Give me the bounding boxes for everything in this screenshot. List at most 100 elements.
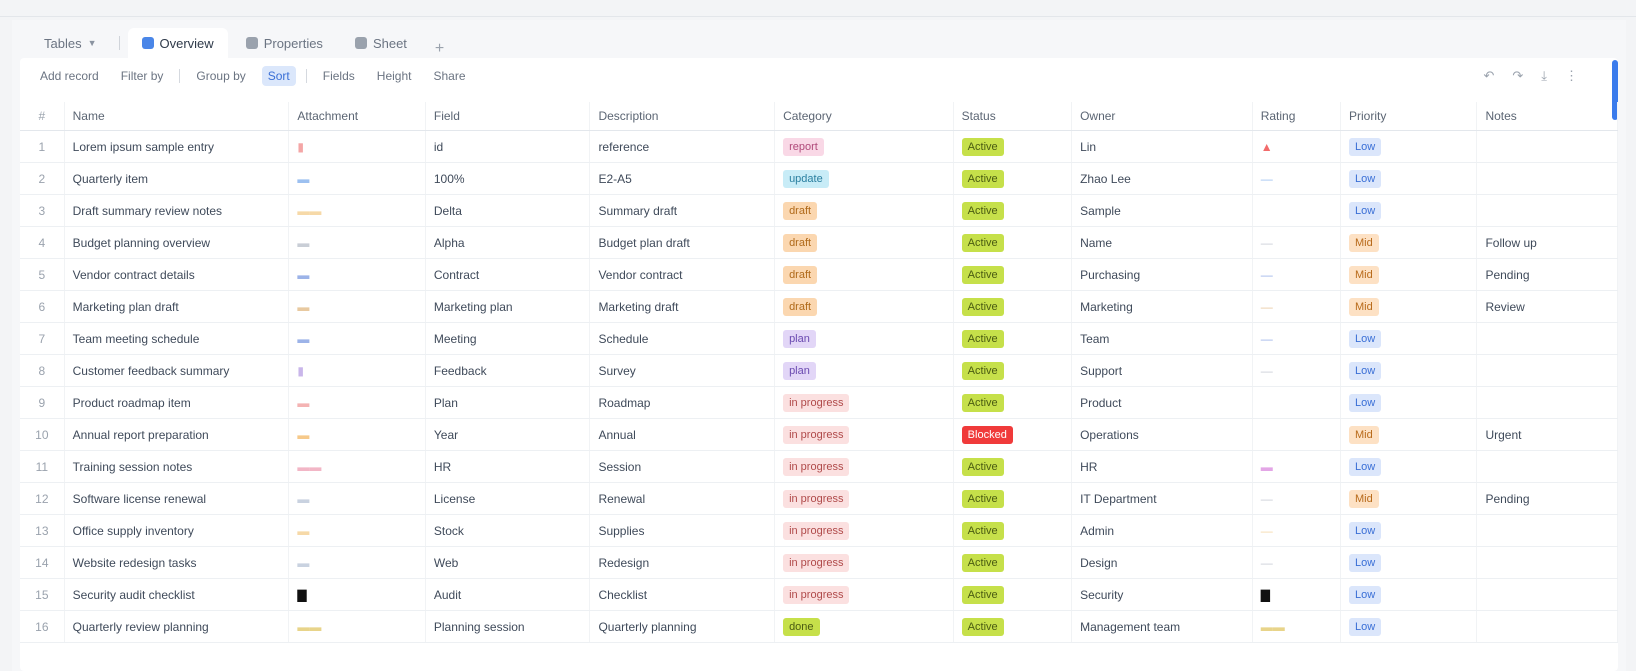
cell-category[interactable]: in progress — [774, 450, 954, 483]
attachment-thumbnail[interactable]: ▬ — [297, 492, 309, 506]
cell-priority[interactable]: Low — [1340, 386, 1478, 419]
attachment-thumbnail[interactable]: ▬ — [297, 524, 309, 538]
cell-name[interactable]: Product roadmap item — [64, 386, 290, 419]
cell-status[interactable]: Active — [953, 546, 1073, 579]
column-header-notes[interactable]: Notes — [1476, 102, 1618, 131]
cell-name[interactable]: Lorem ipsum sample entry — [64, 130, 290, 163]
cell-owner[interactable]: HR — [1071, 450, 1253, 483]
column-header-owner[interactable]: Owner — [1071, 102, 1253, 131]
cell-rating[interactable]: — — [1252, 290, 1341, 323]
cell-rating[interactable]: ▬ — [1252, 450, 1341, 483]
cell-field[interactable]: Year — [425, 418, 591, 451]
cell-field[interactable]: License — [425, 482, 591, 515]
table-row[interactable]: 15 Security audit checklist ▇ Audit Checklis… — [20, 578, 1618, 611]
cell-priority[interactable]: Mid — [1340, 418, 1478, 451]
cell-priority[interactable]: Low — [1340, 130, 1478, 163]
cell-category[interactable]: in progress — [774, 578, 954, 611]
cell-rating[interactable]: ▲ — [1252, 130, 1341, 163]
cell-category[interactable]: plan — [774, 322, 954, 355]
cell-category[interactable]: in progress — [774, 514, 954, 547]
cell-name[interactable]: Software license renewal — [64, 482, 290, 515]
attachment-thumbnail[interactable]: ▬ — [297, 396, 309, 410]
attachment-thumbnail[interactable]: ▮ — [297, 364, 304, 378]
tables-menu-tab[interactable]: Tables ▼ — [30, 28, 111, 58]
column-header-rating[interactable]: Rating — [1252, 102, 1341, 131]
table-row[interactable]: 13 Office supply inventory ▬ Stock Supplies i… — [20, 514, 1618, 547]
cell-name[interactable]: Annual report preparation — [64, 418, 290, 451]
cell-name[interactable]: Vendor contract details — [64, 258, 290, 291]
column-header-category[interactable]: Category — [774, 102, 954, 131]
cell-description[interactable]: Survey — [589, 354, 776, 387]
cell-name[interactable]: Training session notes — [64, 450, 290, 483]
toolbar-height-button[interactable]: Height — [371, 66, 418, 86]
cell-status[interactable]: Active — [953, 386, 1073, 419]
cell-rating[interactable] — [1252, 194, 1341, 227]
cell-rating[interactable]: — — [1252, 226, 1341, 259]
column-header-attachment[interactable]: Attachment — [288, 102, 426, 131]
cell-description[interactable]: reference — [589, 130, 776, 163]
column-header-index[interactable]: # — [20, 102, 65, 131]
cell-status[interactable]: Active — [953, 322, 1073, 355]
cell-owner[interactable]: Zhao Lee — [1071, 162, 1253, 195]
cell-description[interactable]: Budget plan draft — [589, 226, 776, 259]
cell-name[interactable]: Quarterly item — [64, 162, 290, 195]
cell-description[interactable]: Session — [589, 450, 776, 483]
table-row[interactable]: 5 Vendor contract details ▬ Contract Vendor … — [20, 258, 1618, 291]
cell-field[interactable]: Stock — [425, 514, 591, 547]
cell-description[interactable]: Annual — [589, 418, 776, 451]
cell-category[interactable]: in progress — [774, 418, 954, 451]
cell-description[interactable]: Supplies — [589, 514, 776, 547]
cell-name[interactable]: Quarterly review planning — [64, 610, 290, 643]
cell-notes[interactable]: Review — [1476, 290, 1618, 323]
cell-description[interactable]: Summary draft — [589, 194, 776, 227]
tab-sheet[interactable]: Sheet — [341, 28, 421, 58]
attachment-thumbnail[interactable]: ▬ — [297, 268, 309, 282]
cell-category[interactable]: plan — [774, 354, 954, 387]
cell-notes[interactable] — [1476, 450, 1618, 483]
column-header-field[interactable]: Field — [425, 102, 591, 131]
cell-description[interactable]: E2-A5 — [589, 162, 776, 195]
cell-field[interactable]: HR — [425, 450, 591, 483]
cell-owner[interactable]: Management team — [1071, 610, 1253, 643]
toolbar-filter-by-button[interactable]: Filter by — [115, 66, 170, 86]
cell-status[interactable]: Active — [953, 610, 1073, 643]
cell-field[interactable]: Contract — [425, 258, 591, 291]
toolbar-fields-button[interactable]: Fields — [317, 66, 361, 86]
cell-owner[interactable]: Security — [1071, 578, 1253, 611]
cell-rating[interactable]: — — [1252, 162, 1341, 195]
cell-attachment[interactable]: ▬ — [288, 258, 426, 291]
cell-owner[interactable]: Admin — [1071, 514, 1253, 547]
cell-status[interactable]: Active — [953, 258, 1073, 291]
cell-attachment[interactable]: ▬▬ — [288, 194, 426, 227]
cell-status[interactable]: Blocked — [953, 418, 1073, 451]
tab-properties[interactable]: Properties — [232, 28, 337, 58]
cell-notes[interactable]: Follow up — [1476, 226, 1618, 259]
cell-notes[interactable] — [1476, 322, 1618, 355]
cell-category[interactable]: draft — [774, 194, 954, 227]
table-row[interactable]: 7 Team meeting schedule ▬ Meeting Schedule pl… — [20, 322, 1618, 355]
cell-notes[interactable]: Urgent — [1476, 418, 1618, 451]
table-row[interactable]: 11 Training session notes ▬▬ HR Session in pr… — [20, 450, 1618, 483]
cell-attachment[interactable]: ▬▬ — [288, 450, 426, 483]
cell-notes[interactable] — [1476, 162, 1618, 195]
cell-priority[interactable]: Low — [1340, 450, 1478, 483]
attachment-thumbnail[interactable]: ▇ — [297, 588, 306, 602]
table-row[interactable]: 6 Marketing plan draft ▬ Marketing plan Mark… — [20, 290, 1618, 323]
cell-attachment[interactable]: ▬ — [288, 386, 426, 419]
cell-notes[interactable] — [1476, 130, 1618, 163]
attachment-thumbnail[interactable]: ▬ — [297, 556, 309, 570]
cell-owner[interactable]: Support — [1071, 354, 1253, 387]
more-icon[interactable]: ⋮ — [1565, 68, 1578, 84]
cell-description[interactable]: Renewal — [589, 482, 776, 515]
cell-rating[interactable]: — — [1252, 322, 1341, 355]
cell-status[interactable]: Active — [953, 450, 1073, 483]
cell-owner[interactable]: Name — [1071, 226, 1253, 259]
download-icon[interactable]: ⤓ — [1541, 68, 1547, 84]
cell-attachment[interactable]: ▬ — [288, 546, 426, 579]
cell-owner[interactable]: Lin — [1071, 130, 1253, 163]
table-row[interactable]: 9 Product roadmap item ▬ Plan Roadmap in prog… — [20, 386, 1618, 419]
column-header-description[interactable]: Description — [589, 102, 776, 131]
attachment-thumbnail[interactable]: ▬ — [297, 332, 309, 346]
cell-attachment[interactable]: ▇ — [288, 578, 426, 611]
cell-priority[interactable]: Low — [1340, 514, 1478, 547]
